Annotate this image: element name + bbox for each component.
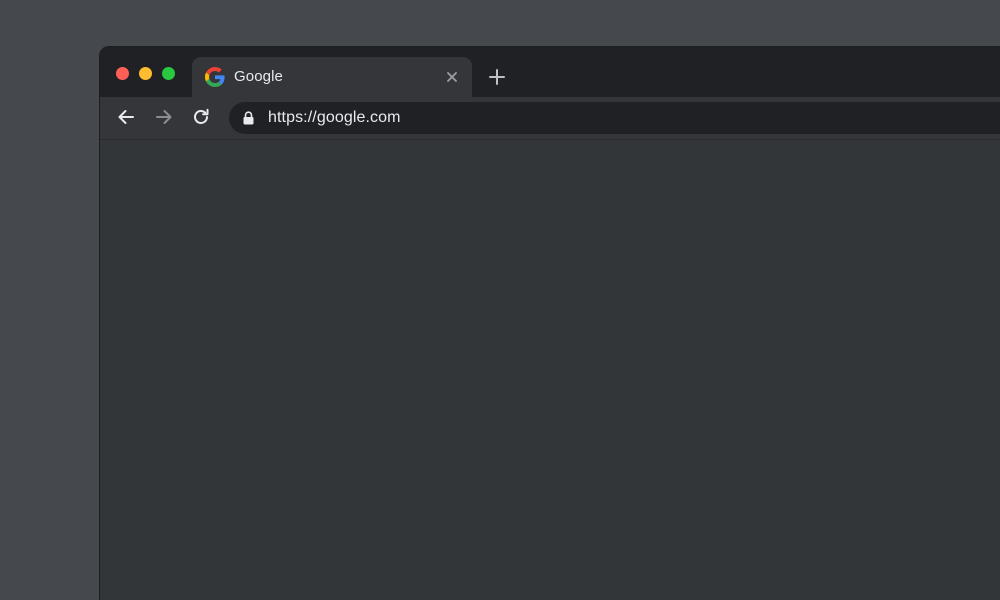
url-text[interactable]: https://google.com bbox=[268, 109, 401, 127]
lock-icon[interactable] bbox=[243, 111, 254, 125]
reload-icon[interactable] bbox=[191, 107, 211, 127]
arrow-left-icon[interactable] bbox=[116, 107, 136, 127]
toolbar: https://google.com bbox=[100, 97, 1000, 140]
google-g-icon bbox=[205, 67, 225, 87]
plus-icon[interactable] bbox=[488, 68, 506, 86]
zoom-window-button[interactable] bbox=[162, 67, 175, 80]
address-bar[interactable]: https://google.com bbox=[229, 102, 1000, 134]
browser-window: Google https://google.com bbox=[100, 47, 1000, 600]
title-bar: Google bbox=[100, 47, 1000, 97]
window-controls bbox=[116, 67, 175, 80]
tab-title: Google bbox=[234, 68, 283, 85]
arrow-right-icon[interactable] bbox=[154, 107, 174, 127]
close-window-button[interactable] bbox=[116, 67, 129, 80]
minimize-window-button[interactable] bbox=[139, 67, 152, 80]
close-icon[interactable] bbox=[445, 70, 459, 84]
tab-google[interactable]: Google bbox=[192, 57, 472, 97]
page-content bbox=[100, 140, 1000, 600]
